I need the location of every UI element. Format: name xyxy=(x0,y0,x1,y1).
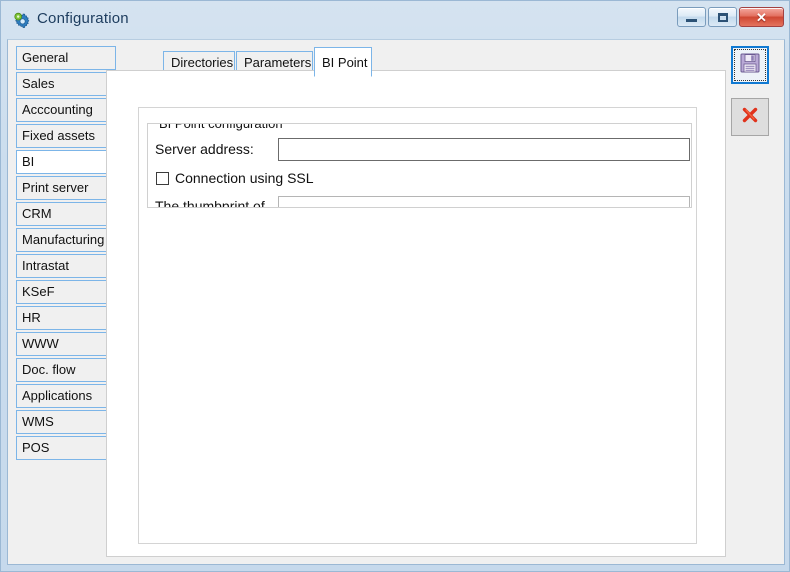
bi-point-configuration-group: BI Point configuration Server address: C… xyxy=(147,123,692,208)
window-title: Configuration xyxy=(37,10,129,27)
red-x-icon xyxy=(740,105,760,130)
sidebar-item-doc-flow[interactable]: Doc. flow xyxy=(16,358,116,382)
sidebar-item-print-server[interactable]: Print server xyxy=(16,176,116,200)
sidebar-item-general[interactable]: General xyxy=(16,46,116,70)
sidebar-item-fixed-assets[interactable]: Fixed assets xyxy=(16,124,116,148)
sidebar-item-pos[interactable]: POS xyxy=(16,436,116,460)
sidebar-item-accounting[interactable]: Acccounting xyxy=(16,98,116,122)
minimize-button[interactable] xyxy=(677,7,706,27)
sidebar: General Sales Acccounting Fixed assets B… xyxy=(16,46,116,462)
gear-icon xyxy=(13,12,31,30)
minimize-icon xyxy=(686,18,697,22)
window-controls: ✕ xyxy=(677,7,784,27)
sidebar-item-sales[interactable]: Sales xyxy=(16,72,116,96)
application-window: Configuration ✕ General Sales Acccountin… xyxy=(0,0,790,572)
thumbprint-input[interactable] xyxy=(278,196,690,207)
group-title: BI Point configuration xyxy=(156,124,286,131)
server-address-input[interactable] xyxy=(278,138,690,161)
sidebar-item-hr[interactable]: HR xyxy=(16,306,116,330)
close-icon: ✕ xyxy=(756,9,767,25)
server-address-label: Server address: xyxy=(155,141,254,157)
maximize-button[interactable] xyxy=(708,7,737,27)
floppy-disk-icon xyxy=(739,52,761,79)
tab-bi-point[interactable]: BI Point xyxy=(314,47,372,77)
cancel-button[interactable] xyxy=(731,98,769,136)
close-button[interactable]: ✕ xyxy=(739,7,784,27)
sidebar-item-crm[interactable]: CRM xyxy=(16,202,116,226)
ssl-checkbox[interactable] xyxy=(156,171,169,185)
sidebar-item-www[interactable]: WWW xyxy=(16,332,116,356)
sidebar-item-intrastat[interactable]: Intrastat xyxy=(16,254,116,278)
ssl-checkbox-label: Connection using SSL xyxy=(175,170,314,186)
thumbprint-label: The thumbprint of xyxy=(155,198,265,208)
sidebar-item-bi[interactable]: BI xyxy=(16,150,116,174)
title-bar[interactable]: Configuration ✕ xyxy=(1,1,790,41)
client-area: General Sales Acccounting Fixed assets B… xyxy=(7,39,785,565)
action-toolbar xyxy=(731,46,775,150)
tab-content-inner: BI Point configuration Server address: C… xyxy=(138,107,697,544)
save-button[interactable] xyxy=(731,46,769,84)
sidebar-item-manufacturing[interactable]: Manufacturing xyxy=(16,228,116,252)
sidebar-item-wms[interactable]: WMS xyxy=(16,410,116,434)
sidebar-item-applications[interactable]: Applications xyxy=(16,384,116,408)
sidebar-item-ksef[interactable]: KSeF xyxy=(16,280,116,304)
maximize-icon xyxy=(717,12,728,22)
window-frame: Configuration ✕ General Sales Acccountin… xyxy=(0,0,790,572)
ssl-checkbox-row[interactable]: Connection using SSL xyxy=(156,170,314,186)
tab-content-panel: BI Point configuration Server address: C… xyxy=(106,70,726,557)
